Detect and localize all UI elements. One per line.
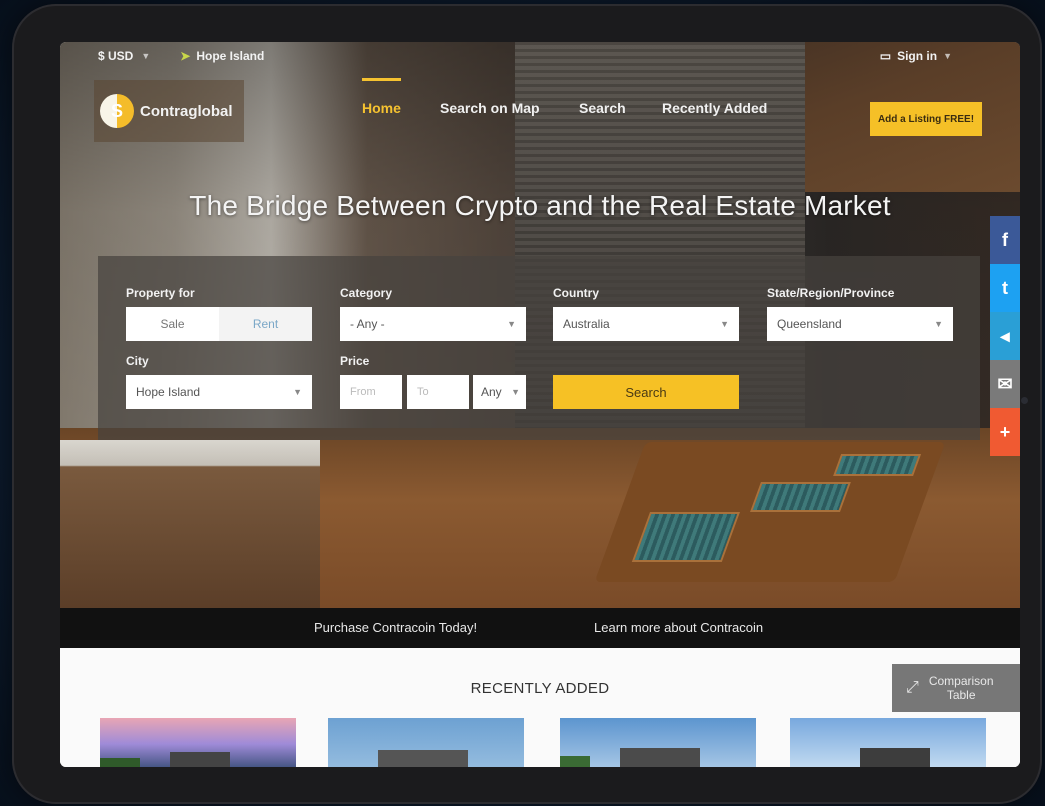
- chevron-down-icon: ▼: [934, 319, 943, 329]
- currency-selector[interactable]: $ USD ▼: [98, 49, 150, 63]
- country-label: Country: [553, 286, 599, 300]
- country-value: Australia: [563, 317, 610, 331]
- recently-added-section: RECENTLY ADDED ⤢ Comparison Table: [60, 648, 1020, 767]
- pond-pad-2: [750, 482, 851, 512]
- browser-screen: $ USD ▼ ➤ Hope Island ▭ Sign in ▼ S Cont…: [60, 42, 1020, 767]
- recently-added-title: RECENTLY ADDED: [470, 680, 610, 697]
- price-to-input[interactable]: To: [407, 375, 469, 409]
- house-silhouette: [170, 752, 230, 767]
- compare-icon: ⤢: [906, 679, 919, 696]
- property-for-label: Property for: [126, 286, 195, 300]
- country-select[interactable]: Australia ▼: [553, 307, 739, 341]
- tree-silhouette: [100, 758, 140, 767]
- purchase-contracoin-link[interactable]: Purchase Contracoin Today!: [314, 620, 477, 635]
- listing-thumbnail[interactable]: [100, 718, 296, 767]
- city-select[interactable]: Hope Island ▼: [126, 375, 312, 409]
- house-silhouette: [378, 750, 468, 767]
- brand-name: Contraglobal: [140, 102, 233, 120]
- category-value: - Any -: [350, 317, 385, 331]
- comparison-table-label: Comparison Table: [929, 674, 994, 702]
- house-silhouette: [860, 748, 930, 767]
- nav-search-on-map[interactable]: Search on Map: [440, 100, 540, 116]
- comparison-label-line2: Table: [946, 688, 976, 702]
- category-label: Category: [340, 286, 393, 300]
- plus-icon[interactable]: +: [990, 408, 1020, 456]
- listing-thumbnail[interactable]: [790, 718, 986, 767]
- pond-pad-1: [631, 512, 740, 562]
- city-value: Hope Island: [136, 385, 201, 399]
- price-from-input[interactable]: From: [340, 375, 402, 409]
- logo-icon: S: [100, 94, 134, 128]
- comparison-label-line1: Comparison: [928, 674, 994, 688]
- learn-contracoin-link[interactable]: Learn more about Contracoin: [594, 620, 763, 635]
- state-label: State/Region/Province: [767, 286, 895, 300]
- price-from-placeholder: From: [350, 386, 376, 398]
- price-currency-select[interactable]: Any ▼: [473, 375, 526, 409]
- nav-recently-added[interactable]: Recently Added: [662, 100, 767, 116]
- chevron-down-icon: ▼: [720, 319, 729, 329]
- city-label: City: [126, 354, 149, 368]
- price-currency-value: Any: [481, 385, 502, 399]
- twitter-icon[interactable]: t: [990, 264, 1020, 312]
- price-label: Price: [340, 354, 370, 368]
- search-button[interactable]: Search: [553, 375, 739, 409]
- top-utility-bar: $ USD ▼ ➤ Hope Island ▭ Sign in ▼: [60, 42, 1020, 70]
- social-share-bar: f t ◂ ✉ +: [990, 216, 1020, 456]
- sign-in-label: Sign in: [897, 49, 938, 63]
- location-arrow-icon: ➤: [180, 49, 191, 63]
- category-select[interactable]: - Any - ▼: [340, 307, 526, 341]
- property-for-toggle: Sale Rent: [126, 307, 312, 341]
- chevron-down-icon: ▼: [507, 319, 516, 329]
- hero-pond-decor: [594, 442, 946, 582]
- nav-search[interactable]: Search: [579, 100, 626, 116]
- pond-pad-3: [833, 454, 922, 476]
- contracoin-promo-bar: Purchase Contracoin Today! Learn more ab…: [60, 608, 1020, 648]
- price-to-placeholder: To: [417, 386, 429, 398]
- brand-logo[interactable]: S Contraglobal: [94, 80, 244, 142]
- facebook-icon[interactable]: f: [990, 216, 1020, 264]
- tablet-frame: $ USD ▼ ➤ Hope Island ▭ Sign in ▼ S Cont…: [12, 4, 1042, 804]
- nav-home[interactable]: Home: [362, 78, 401, 116]
- currency-label: $ USD: [98, 49, 134, 63]
- tablet-camera: [1021, 397, 1028, 404]
- sale-option[interactable]: Sale: [126, 307, 219, 341]
- hero-headline: The Bridge Between Crypto and the Real E…: [189, 190, 891, 221]
- comparison-table-button[interactable]: ⤢ Comparison Table: [892, 664, 1020, 712]
- telegram-icon[interactable]: ◂: [990, 312, 1020, 360]
- location-label: Hope Island: [196, 49, 265, 63]
- chevron-down-icon: ▼: [141, 51, 151, 61]
- user-icon: ▭: [879, 49, 892, 63]
- tree-silhouette: [560, 756, 590, 767]
- state-value: Queensland: [777, 317, 842, 331]
- sign-in-menu[interactable]: ▭ Sign in ▼: [880, 49, 952, 63]
- chevron-down-icon: ▼: [511, 387, 520, 397]
- listing-thumbnail[interactable]: [560, 718, 756, 767]
- location-link[interactable]: ➤ Hope Island: [180, 49, 264, 63]
- property-search-form: Property for Sale Rent Category - Any - …: [98, 256, 980, 440]
- chevron-down-icon: ▼: [943, 51, 952, 61]
- hero-section: $ USD ▼ ➤ Hope Island ▭ Sign in ▼ S Cont…: [60, 42, 1020, 608]
- main-navbar: S Contraglobal Home Search on Map Search…: [60, 78, 1020, 142]
- email-icon[interactable]: ✉: [990, 360, 1020, 408]
- chevron-down-icon: ▼: [293, 387, 302, 397]
- add-listing-button[interactable]: Add a Listing FREE!: [870, 102, 982, 136]
- rent-option[interactable]: Rent: [219, 307, 312, 341]
- hero-kitchen-counter-decor: [60, 440, 320, 608]
- listing-thumbnail[interactable]: [328, 718, 524, 767]
- state-select[interactable]: Queensland ▼: [767, 307, 953, 341]
- house-silhouette: [620, 748, 700, 767]
